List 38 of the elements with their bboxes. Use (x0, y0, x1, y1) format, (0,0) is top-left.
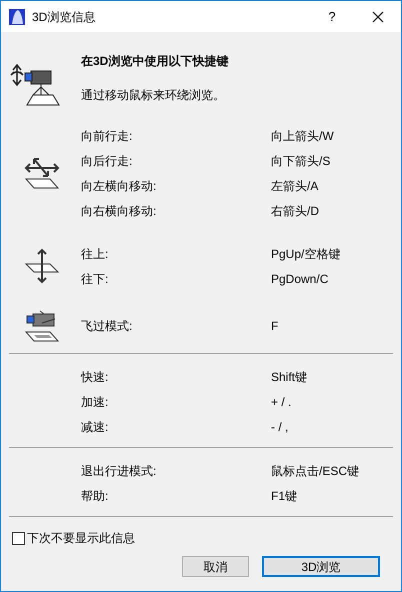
help-button[interactable]: ? (309, 2, 355, 32)
shortcut-label: 往下: (81, 270, 110, 288)
app-logo-icon (9, 8, 25, 24)
dialog-button[interactable]: 3D浏览 (262, 556, 380, 577)
shortcut-label: 向右横向移动: (81, 202, 158, 220)
shortcut-label: 减速: (81, 418, 110, 436)
shortcut-label: 往上: (81, 246, 110, 262)
shortcut-key: Shift键 (271, 368, 308, 386)
shortcut-key: F (271, 317, 278, 335)
shortcut-key: PgUp/空格键 (271, 244, 340, 262)
shortcut-key: 右箭头/D (271, 202, 319, 220)
orbit-camera-icon (9, 61, 61, 107)
close-icon (372, 10, 384, 22)
fly-camera-icon (24, 309, 62, 343)
shortcut-label: 快速: (81, 368, 110, 386)
shortcut-key: + / . (271, 392, 292, 410)
up-down-move-icon (24, 248, 62, 284)
shortcut-key: PgDown/C (271, 270, 328, 288)
shortcut-key: 左箭头/A (271, 176, 318, 194)
shortcut-key: 鼠标点击/ESC键 (271, 462, 360, 480)
window-title: 3D浏览信息 (32, 8, 96, 26)
intro-title: 在3D浏览中使用以下快捷键 (81, 53, 228, 70)
dialog-button[interactable]: 取消 (182, 556, 249, 577)
shortcut-label: 加速: (81, 394, 110, 410)
shortcut-label: 向后行走: (81, 152, 134, 170)
walk-move-icon (24, 156, 62, 190)
shortcut-key: 向上箭头/W (271, 126, 334, 144)
intro-text: 通过移动鼠标来环绕浏览。 (81, 87, 226, 104)
shortcut-label: 飞过模式: (81, 318, 134, 335)
checkbox-label: 下次不要显示此信息 (27, 530, 135, 547)
shortcut-label: 向前行走: (81, 128, 134, 144)
shortcut-key: F1键 (271, 486, 298, 504)
shortcut-label: 退出行进模式: (81, 462, 158, 480)
checkbox[interactable] (12, 532, 25, 544)
shortcut-label: 向左横向移动: (81, 178, 158, 194)
shortcut-label: 帮助: (81, 488, 110, 504)
shortcut-key: 向下箭头/S (271, 152, 330, 170)
shortcut-key: - / , (271, 418, 288, 436)
